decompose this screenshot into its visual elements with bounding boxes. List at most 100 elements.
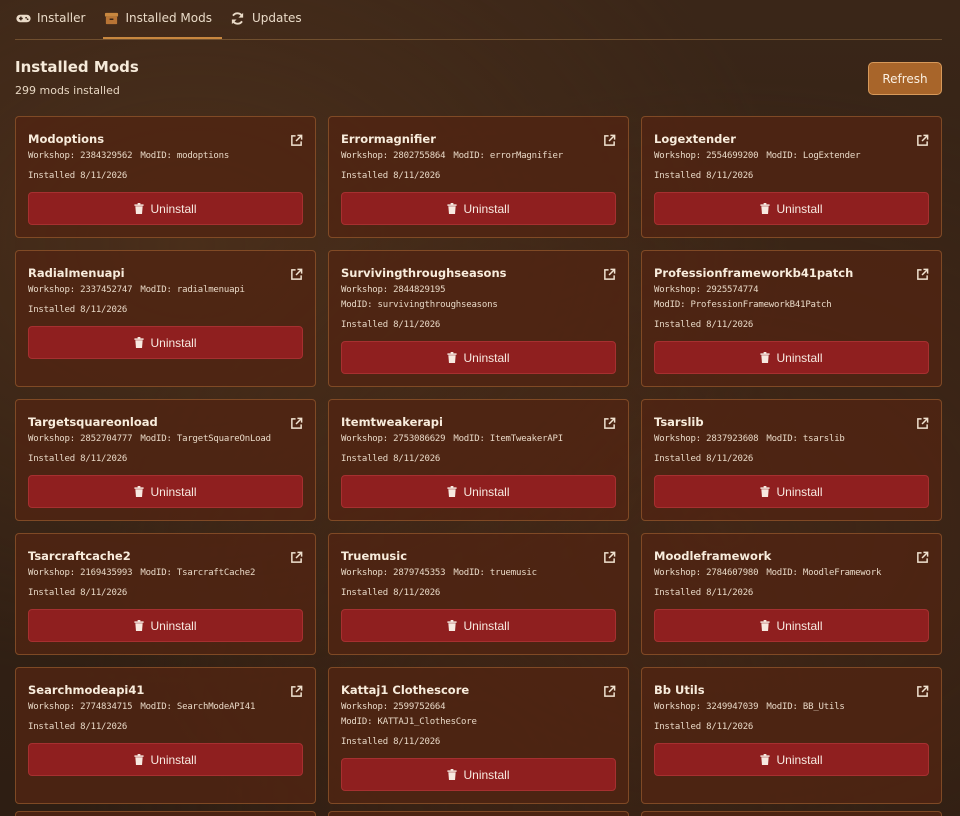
- trash-icon: [134, 486, 145, 497]
- trash-icon: [134, 620, 145, 631]
- external-link-icon[interactable]: [290, 132, 304, 146]
- external-link-icon[interactable]: [916, 132, 930, 146]
- mod-card: Itemtweakerapi Workshop: 2753086629 ModID…: [328, 399, 629, 521]
- uninstall-button[interactable]: Uninstall: [654, 192, 929, 225]
- uninstall-label: Uninstall: [776, 618, 823, 633]
- mod-meta: Workshop: 2169435993 ModID: TsarcraftCach…: [28, 566, 303, 581]
- trash-icon: [134, 754, 145, 765]
- external-link-icon[interactable]: [290, 683, 304, 697]
- external-link-icon[interactable]: [290, 415, 304, 429]
- trash-icon: [760, 754, 771, 765]
- mod-modid: ModID: KATTAJ1_ClothesCore: [341, 717, 477, 727]
- uninstall-button[interactable]: Uninstall: [654, 609, 929, 642]
- uninstall-label: Uninstall: [463, 350, 510, 365]
- uninstall-button[interactable]: Uninstall: [28, 743, 303, 776]
- mod-installed-date: Installed 8/11/2026: [654, 320, 754, 330]
- mod-workshop-id: Workshop: 2599752664: [341, 702, 446, 712]
- trash-icon: [134, 203, 145, 214]
- mod-installed-date: Installed 8/11/2026: [28, 171, 128, 181]
- trash-icon: [447, 352, 458, 363]
- uninstall-button[interactable]: Uninstall: [654, 341, 929, 374]
- tab-updates[interactable]: Updates: [230, 0, 312, 39]
- mod-meta: Workshop: 2879745353 ModID: truemusic: [341, 566, 616, 581]
- mod-modid: ModID: TargetSquareOnLoad: [140, 434, 271, 444]
- mod-meta: Workshop: 2774834715 ModID: SearchModeAPI…: [28, 700, 303, 715]
- box-icon: [103, 10, 119, 26]
- uninstall-button[interactable]: Uninstall: [654, 475, 929, 508]
- tab-installer[interactable]: Installer: [15, 0, 95, 39]
- external-link-icon[interactable]: [603, 549, 617, 563]
- mod-modid: ModID: errorMagnifier: [453, 151, 563, 161]
- mod-workshop-id: Workshop: 3249947039: [654, 702, 759, 712]
- uninstall-label: Uninstall: [776, 484, 823, 499]
- mod-workshop-id: Workshop: 2753086629: [341, 434, 446, 444]
- uninstall-button[interactable]: Uninstall: [341, 192, 616, 225]
- next-row-partial: [15, 811, 943, 816]
- mod-meta: Workshop: 2599752664 ModID: KATTAJ1_Cloth…: [341, 700, 616, 730]
- uninstall-button[interactable]: Uninstall: [341, 475, 616, 508]
- uninstall-label: Uninstall: [463, 484, 510, 499]
- mod-meta: Workshop: 2753086629 ModID: ItemTweakerAP…: [341, 432, 616, 447]
- mod-installed-date: Installed 8/11/2026: [28, 588, 128, 598]
- mod-card: Logextender Workshop: 2554699200 ModID: L…: [641, 116, 942, 238]
- external-link-icon[interactable]: [603, 415, 617, 429]
- mod-meta: Workshop: 2844829195 ModID: survivingthro…: [341, 283, 616, 313]
- mod-card: Kattaj1 Clothescore Workshop: 2599752664…: [328, 667, 629, 804]
- mod-workshop-id: Workshop: 2837923608: [654, 434, 759, 444]
- mod-installed-date: Installed 8/11/2026: [341, 171, 441, 181]
- mod-workshop-id: Workshop: 2774834715: [28, 702, 133, 712]
- mod-installed-date: Installed 8/11/2026: [654, 454, 754, 464]
- uninstall-button[interactable]: Uninstall: [341, 341, 616, 374]
- mod-meta: Workshop: 2384329562 ModID: modoptions: [28, 149, 303, 164]
- mod-installed-date: Installed 8/11/2026: [341, 320, 441, 330]
- mod-modid: ModID: TsarcraftCache2: [140, 568, 256, 578]
- uninstall-button[interactable]: Uninstall: [28, 326, 303, 359]
- uninstall-label: Uninstall: [776, 752, 823, 767]
- page-title: Installed Mods: [15, 58, 139, 76]
- external-link-icon[interactable]: [290, 549, 304, 563]
- tab-bar: Installer Installed Mods Updates: [15, 0, 942, 40]
- mod-modid: ModID: ItemTweakerAPI: [453, 434, 563, 444]
- external-link-icon[interactable]: [916, 415, 930, 429]
- external-link-icon[interactable]: [916, 549, 930, 563]
- mod-meta: Workshop: 2852704777 ModID: TargetSquareO…: [28, 432, 303, 447]
- trash-icon: [447, 769, 458, 780]
- external-link-icon[interactable]: [916, 266, 930, 280]
- mod-card: [328, 811, 629, 816]
- sync-icon: [230, 10, 246, 26]
- mod-name: Professionframeworkb41patch: [654, 266, 854, 280]
- mod-installed-date: Installed 8/11/2026: [28, 454, 128, 464]
- mod-name: Kattaj1 Clothescore: [341, 683, 470, 697]
- mod-workshop-id: Workshop: 2879745353: [341, 568, 446, 578]
- refresh-button[interactable]: Refresh: [868, 62, 942, 95]
- mod-installed-date: Installed 8/11/2026: [28, 722, 128, 732]
- uninstall-button[interactable]: Uninstall: [28, 609, 303, 642]
- mod-meta: Workshop: 2554699200 ModID: LogExtender: [654, 149, 929, 164]
- mod-meta: Workshop: 3249947039 ModID: BB_Utils: [654, 700, 929, 715]
- mod-name: Searchmodeapi41: [28, 683, 145, 697]
- mod-workshop-id: Workshop: 2925574774: [654, 285, 759, 295]
- external-link-icon[interactable]: [916, 683, 930, 697]
- mod-modid: ModID: survivingthroughseasons: [341, 300, 498, 310]
- tab-installer-label: Installer: [37, 11, 86, 25]
- mod-name: Logextender: [654, 132, 736, 146]
- trash-icon: [760, 620, 771, 631]
- mod-modid: ModID: radialmenuapi: [140, 285, 245, 295]
- trash-icon: [447, 486, 458, 497]
- uninstall-button[interactable]: Uninstall: [28, 192, 303, 225]
- external-link-icon[interactable]: [603, 683, 617, 697]
- tab-installed-mods[interactable]: Installed Mods: [103, 0, 222, 39]
- external-link-icon[interactable]: [603, 266, 617, 280]
- external-link-icon[interactable]: [603, 132, 617, 146]
- uninstall-button[interactable]: Uninstall: [654, 743, 929, 776]
- mod-installed-date: Installed 8/11/2026: [654, 722, 754, 732]
- mod-workshop-id: Workshop: 2337452747: [28, 285, 133, 295]
- uninstall-button[interactable]: Uninstall: [341, 609, 616, 642]
- external-link-icon[interactable]: [290, 266, 304, 280]
- mod-workshop-id: Workshop: 2802755864: [341, 151, 446, 161]
- mod-workshop-id: Workshop: 2169435993: [28, 568, 133, 578]
- uninstall-button[interactable]: Uninstall: [28, 475, 303, 508]
- mod-card: [641, 811, 942, 816]
- tab-installed-mods-label: Installed Mods: [125, 11, 212, 25]
- uninstall-button[interactable]: Uninstall: [341, 758, 616, 791]
